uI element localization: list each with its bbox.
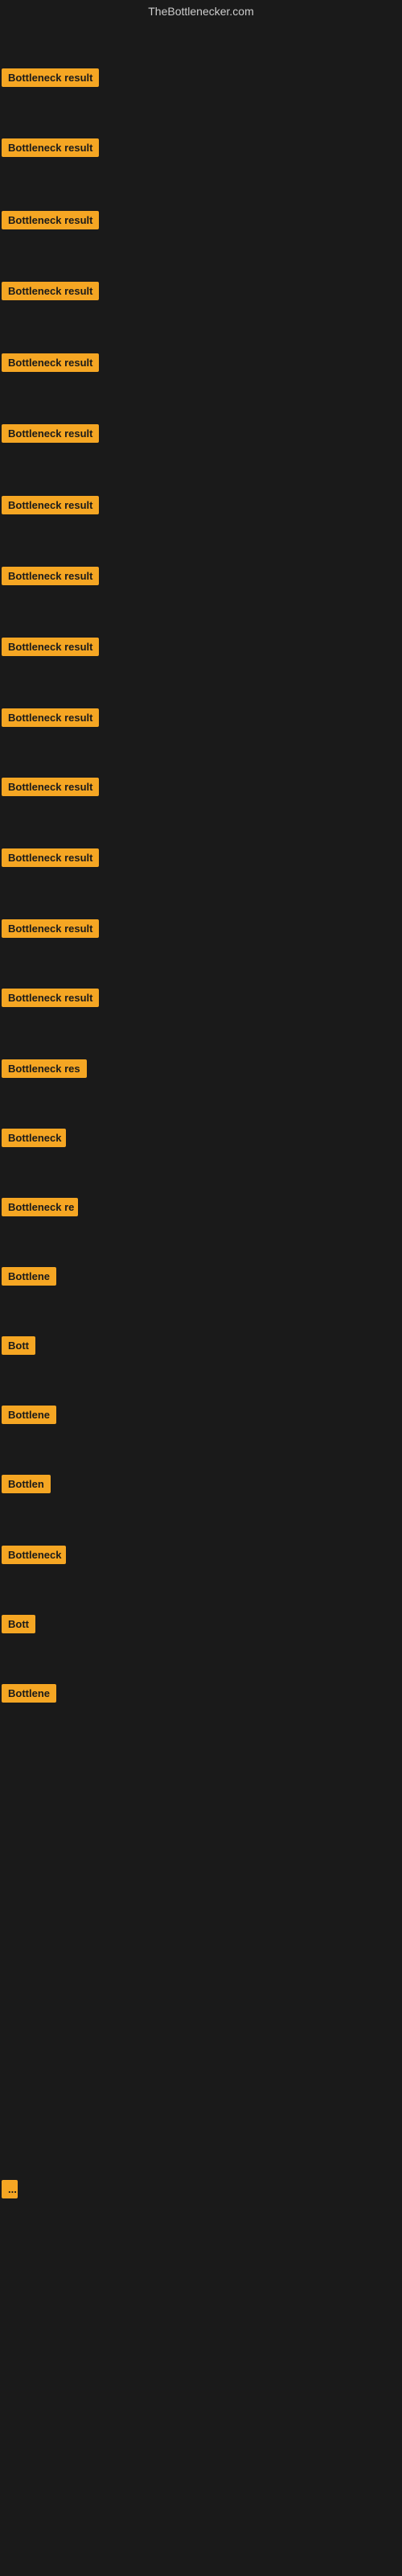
site-title: TheBottlenecker.com: [148, 5, 254, 18]
bottleneck-row-14: Bottleneck res: [2, 1059, 87, 1082]
bottleneck-row-22: Bott: [2, 1615, 35, 1637]
bottleneck-row-13: Bottleneck result: [2, 989, 99, 1011]
bottleneck-badge-4[interactable]: Bottleneck result: [2, 353, 99, 372]
bottleneck-badge-9[interactable]: Bottleneck result: [2, 708, 99, 727]
bottleneck-badge-13[interactable]: Bottleneck result: [2, 989, 99, 1007]
bottleneck-row-17: Bottlene: [2, 1267, 56, 1290]
bottleneck-badge-24[interactable]: ...: [2, 2180, 18, 2198]
bottleneck-badge-2[interactable]: Bottleneck result: [2, 211, 99, 229]
bottleneck-badge-18[interactable]: Bott: [2, 1336, 35, 1355]
items-container: Bottleneck result Bottleneck result Bottle…: [0, 23, 402, 2438]
bottleneck-badge-23[interactable]: Bottlene: [2, 1684, 56, 1703]
bottleneck-row-19: Bottlene: [2, 1406, 56, 1428]
bottleneck-badge-11[interactable]: Bottleneck result: [2, 848, 99, 867]
bottleneck-row-5: Bottleneck result: [2, 424, 99, 447]
bottleneck-badge-8[interactable]: Bottleneck result: [2, 638, 99, 656]
bottleneck-row-15: Bottleneck: [2, 1129, 66, 1151]
bottleneck-row-7: Bottleneck result: [2, 567, 99, 589]
site-header: TheBottlenecker.com: [0, 0, 402, 23]
bottleneck-badge-22[interactable]: Bott: [2, 1615, 35, 1633]
bottleneck-badge-16[interactable]: Bottleneck re: [2, 1198, 78, 1216]
bottleneck-badge-10[interactable]: Bottleneck result: [2, 778, 99, 796]
bottleneck-row-6: Bottleneck result: [2, 496, 99, 518]
bottleneck-badge-1[interactable]: Bottleneck result: [2, 138, 99, 157]
bottleneck-row-4: Bottleneck result: [2, 353, 99, 376]
bottleneck-badge-21[interactable]: Bottleneck: [2, 1546, 66, 1564]
bottleneck-badge-5[interactable]: Bottleneck result: [2, 424, 99, 443]
bottleneck-badge-20[interactable]: Bottlen: [2, 1475, 51, 1493]
bottleneck-badge-17[interactable]: Bottlene: [2, 1267, 56, 1286]
bottleneck-row-10: Bottleneck result: [2, 778, 99, 800]
bottleneck-row-24: ...: [2, 2180, 18, 2202]
bottleneck-badge-15[interactable]: Bottleneck: [2, 1129, 66, 1147]
bottleneck-row-2: Bottleneck result: [2, 211, 99, 233]
bottleneck-row-23: Bottlene: [2, 1684, 56, 1707]
bottleneck-badge-6[interactable]: Bottleneck result: [2, 496, 99, 514]
bottleneck-row-20: Bottlen: [2, 1475, 51, 1497]
bottleneck-badge-3[interactable]: Bottleneck result: [2, 282, 99, 300]
bottleneck-badge-7[interactable]: Bottleneck result: [2, 567, 99, 585]
bottleneck-row-11: Bottleneck result: [2, 848, 99, 871]
bottleneck-row-21: Bottleneck: [2, 1546, 66, 1568]
bottleneck-row-8: Bottleneck result: [2, 638, 99, 660]
page-wrapper: TheBottlenecker.com Bottleneck resultBot…: [0, 0, 402, 2576]
bottleneck-row-1: Bottleneck result: [2, 138, 99, 161]
bottleneck-badge-14[interactable]: Bottleneck res: [2, 1059, 87, 1078]
bottleneck-row-0: Bottleneck result: [2, 68, 99, 91]
bottleneck-row-3: Bottleneck result: [2, 282, 99, 304]
bottleneck-badge-0[interactable]: Bottleneck result: [2, 68, 99, 87]
bottleneck-badge-12[interactable]: Bottleneck result: [2, 919, 99, 938]
bottleneck-row-12: Bottleneck result: [2, 919, 99, 942]
bottleneck-row-16: Bottleneck re: [2, 1198, 78, 1220]
bottleneck-badge-19[interactable]: Bottlene: [2, 1406, 56, 1424]
bottleneck-row-9: Bottleneck result: [2, 708, 99, 731]
bottleneck-row-18: Bott: [2, 1336, 35, 1359]
